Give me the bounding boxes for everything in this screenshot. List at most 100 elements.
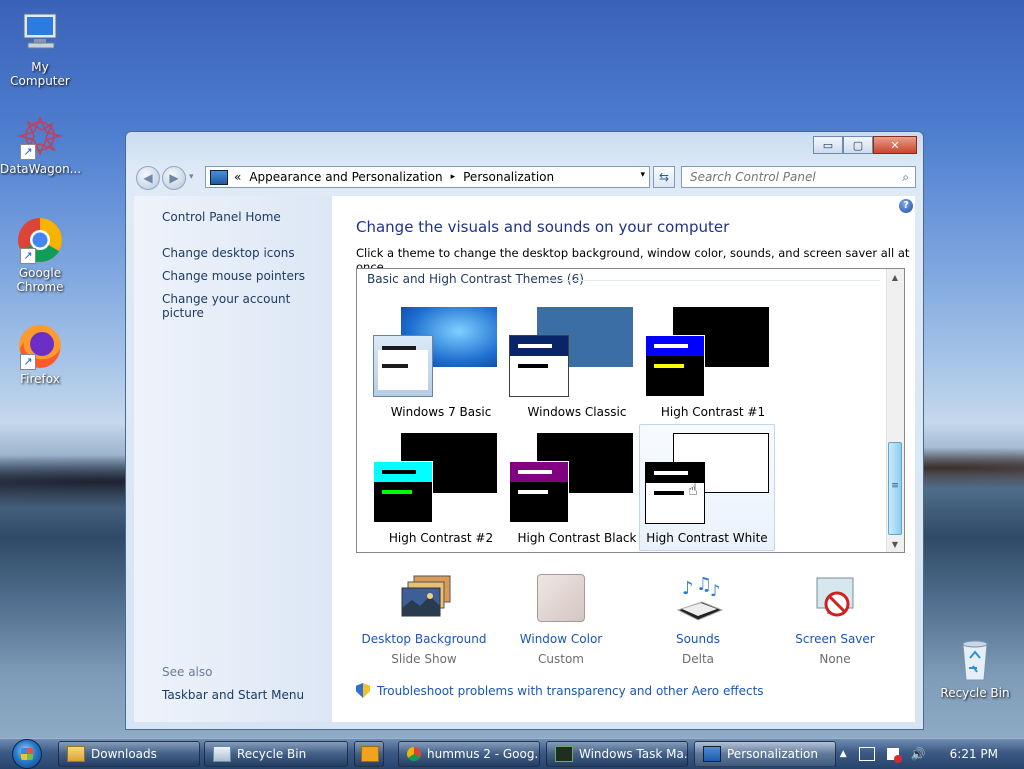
datawagon-icon: ↗ [16,112,64,160]
shortcut-arrow-icon: ↗ [20,354,36,370]
tool-value: Custom [538,652,584,666]
recycle-bin-icon [951,636,999,684]
change-desktop-icons-link[interactable]: Change desktop icons [162,246,295,260]
main-pane: ? Change the visuals and sounds on your … [332,196,915,722]
window-preview [509,335,569,397]
desktop-icon-recycle-bin[interactable]: Recycle Bin [935,636,1015,700]
desktop-icon-chrome[interactable]: ↗ Google Chrome [0,216,80,294]
theme-list-scrollbar[interactable]: ▲ ≡ ▼ [886,269,904,552]
search-input[interactable] [688,169,892,185]
change-mouse-pointers-link[interactable]: Change mouse pointers [162,269,305,283]
taskbar-start-menu-link[interactable]: Taskbar and Start Menu [162,688,304,702]
troubleshoot-link[interactable]: Troubleshoot problems with transparency … [356,683,764,698]
minimize-button[interactable]: ▭ [813,136,843,154]
shield-icon [356,683,370,698]
theme-label: Windows 7 Basic [390,405,492,419]
theme-high-contrast-white[interactable]: ☝ High Contrast White [639,424,775,551]
tool-value: Slide Show [391,652,457,666]
window-color-tool[interactable]: Window Color Custom [496,574,626,666]
help-icon[interactable]: ? [899,199,913,213]
desktop-icon-label: My Computer [10,60,70,88]
theme-windows-7-basic[interactable]: Windows 7 Basic [371,303,503,427]
desktop-icon-label: Firefox [20,372,60,386]
theme-windows-classic[interactable]: Windows Classic [507,303,639,427]
breadcrumb-personalization[interactable]: Personalization [463,170,554,184]
grip-icon: ≡ [891,481,899,491]
content-area: Control Panel Home Change desktop icons … [134,196,915,722]
theme-label: Windows Classic [527,405,627,419]
address-dropdown-icon[interactable]: ▾ [640,170,645,180]
theme-high-contrast-1[interactable]: High Contrast #1 [643,303,775,427]
change-account-picture-link[interactable]: Change your account picture [162,292,332,320]
volume-icon[interactable]: 🔊 [911,747,926,761]
firefox-icon: ↗ [16,322,64,370]
desktop-icon-label: DataWagon... [0,162,82,176]
show-hidden-icons-button[interactable]: ▲ [840,749,847,759]
tool-name[interactable]: Screen Saver [770,632,900,646]
breadcrumb-separator-icon[interactable]: ▸ [451,172,456,182]
action-center-icon[interactable] [886,748,902,763]
screen-saver-tool[interactable]: Screen Saver None [770,574,900,666]
refresh-button[interactable]: ⇆ [653,166,675,188]
back-button[interactable]: ◀ [136,166,160,190]
tool-name[interactable]: Desktop Background [359,632,489,646]
computer-icon [16,10,64,58]
clock[interactable]: 6:21 PM [950,747,998,761]
scroll-up-button[interactable]: ▲ [887,269,903,285]
system-tray: ▲ 🔊 6:21 PM [834,739,1024,769]
forward-button[interactable]: ▶ [162,166,186,190]
sounds-icon: ♪ ♫ ♪ [674,574,724,622]
close-button[interactable]: ✕ [873,136,917,154]
desktop-background-tool[interactable]: Desktop Background Slide Show [359,574,489,666]
taskbar-item-personalization[interactable]: Personalization [694,741,836,767]
theme-list[interactable]: Basic and High Contrast Themes (6) Windo… [356,268,905,553]
breadcrumb-appearance[interactable]: Appearance and Personalization [249,170,442,184]
taskbar-item-media-player[interactable] [354,741,384,767]
tool-name[interactable]: Sounds [633,632,763,646]
taskbar-item-label: Recycle Bin [237,747,307,761]
navigation-bar: ◀ ▶ ▾ « Appearance and Personalization ▸… [134,164,916,190]
window-color-icon [537,574,585,622]
recent-pages-button[interactable]: ▾ [189,172,194,182]
svg-text:♪: ♪ [710,581,720,600]
theme-label: High Contrast White [646,531,768,545]
sounds-tool[interactable]: ♪ ♫ ♪ Sounds Delta [633,574,763,666]
window-preview [373,461,433,523]
maximize-button[interactable]: ▢ [843,136,873,154]
shortcut-arrow-icon: ↗ [20,248,36,264]
desktop-icon-datawagon[interactable]: ↗ DataWagon... [0,112,82,176]
window-preview [509,461,569,523]
tool-name[interactable]: Window Color [496,632,626,646]
search-icon[interactable]: ⌕ [902,170,909,185]
taskbar-item-recycle-bin[interactable]: Recycle Bin [204,741,348,767]
taskbar-item-chrome[interactable]: hummus 2 - Goog... [398,741,540,767]
theme-group-label[interactable]: Basic and High Contrast Themes (6) [367,272,584,286]
control-panel-icon [703,746,721,762]
address-bar[interactable]: « Appearance and Personalization ▸ Perso… [205,166,650,188]
theme-label: High Contrast Black [517,531,637,545]
windows-logo-icon [12,739,42,769]
desktop-icon-my-computer[interactable]: My Computer [0,10,80,88]
start-button[interactable] [4,739,50,769]
hand-cursor-icon: ☝ [688,480,698,499]
taskbar-item-downloads[interactable]: Downloads [58,741,200,767]
recycle-bin-icon [213,746,231,762]
control-panel-home-link[interactable]: Control Panel Home [162,210,281,224]
taskbar-item-label: Windows Task Ma... [579,747,688,761]
theme-high-contrast-black[interactable]: High Contrast Black [507,429,639,552]
task-manager-icon [555,746,573,762]
search-box[interactable]: ⌕ [681,166,916,188]
scroll-down-button[interactable]: ▼ [887,536,903,552]
taskbar-item-task-manager[interactable]: Windows Task Ma... [546,741,688,767]
address-overflow[interactable]: « [234,170,241,184]
scroll-thumb[interactable]: ≡ [888,442,902,535]
chrome-icon [407,747,421,761]
taskbar-item-label: Personalization [727,747,818,761]
network-icon[interactable] [858,747,875,761]
control-panel-icon [210,169,228,185]
theme-high-contrast-2[interactable]: High Contrast #2 [371,429,503,552]
shortcut-arrow-icon: ↗ [20,144,36,160]
troubleshoot-link-text[interactable]: Troubleshoot problems with transparency … [377,684,764,698]
tool-value: Delta [681,652,714,666]
desktop-icon-firefox[interactable]: ↗ Firefox [0,322,80,386]
